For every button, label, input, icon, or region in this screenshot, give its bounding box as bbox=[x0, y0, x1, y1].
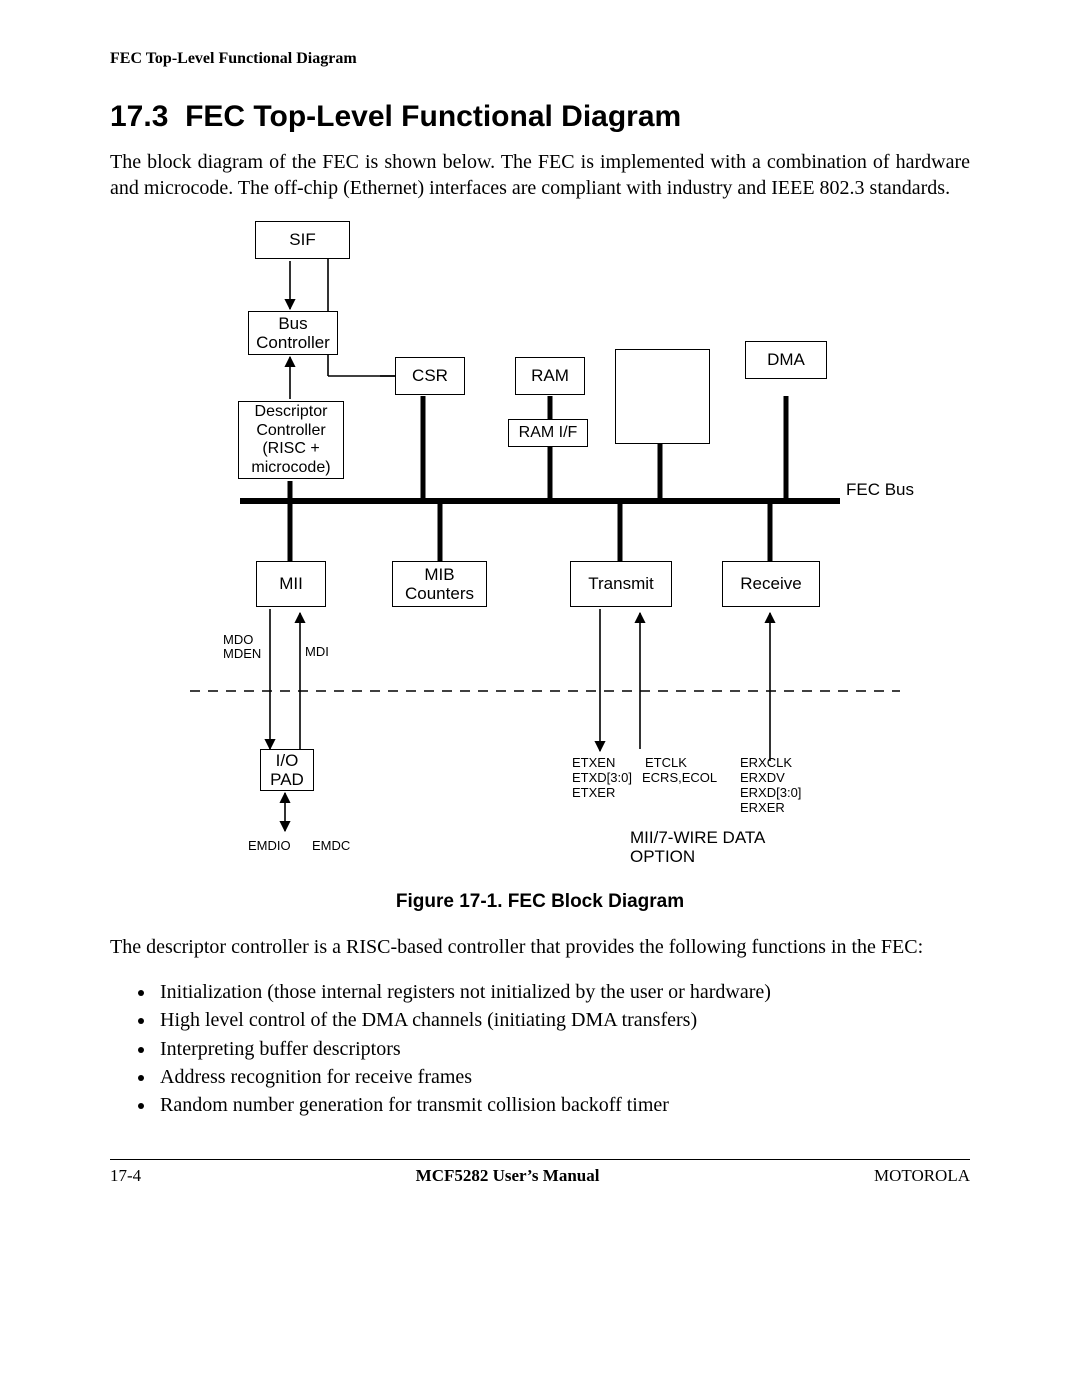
function-list: Initialization (those internal registers… bbox=[156, 979, 970, 1119]
mii-block: MII bbox=[256, 561, 326, 607]
page-footer: 17-4 MCF5282 User’s Manual MOTOROLA bbox=[110, 1159, 970, 1186]
desc-paragraph: The descriptor controller is a RISC-base… bbox=[110, 935, 970, 961]
list-item: Interpreting buffer descriptors bbox=[156, 1036, 970, 1062]
ecrs-ecol-label: ECRS,ECOL bbox=[642, 771, 717, 785]
emdc-label: EMDC bbox=[312, 839, 350, 853]
etxd-label: ETXD[3:0] bbox=[572, 771, 632, 785]
fifo-controller-outline bbox=[615, 349, 710, 444]
receive-block: Receive bbox=[722, 561, 820, 607]
sif-block: SIF bbox=[255, 221, 350, 259]
list-item: Address recognition for receive frames bbox=[156, 1064, 970, 1090]
emdio-label: EMDIO bbox=[248, 839, 291, 853]
dma-block: DMA bbox=[745, 341, 827, 379]
ram-block: RAM bbox=[515, 357, 585, 395]
footer-manual-title: MCF5282 User’s Manual bbox=[416, 1166, 600, 1186]
mdo-mden-label: MDO MDEN bbox=[223, 633, 261, 662]
erxer-label: ERXER bbox=[740, 801, 785, 815]
mdi-label: MDI bbox=[305, 645, 329, 659]
transmit-block: Transmit bbox=[570, 561, 672, 607]
section-title: FEC Top-Level Functional Diagram bbox=[185, 100, 681, 133]
fec-bus-label: FEC Bus bbox=[846, 481, 914, 500]
etclk-label: ETCLK bbox=[645, 756, 687, 770]
figure-caption: Figure 17-1. FEC Block Diagram bbox=[110, 891, 970, 913]
intro-paragraph: The block diagram of the FEC is shown be… bbox=[110, 150, 970, 201]
descriptor-controller-block: Descriptor Controller (RISC + microcode) bbox=[238, 401, 344, 479]
list-item: High level control of the DMA channels (… bbox=[156, 1007, 970, 1033]
etxen-label: ETXEN bbox=[572, 756, 615, 770]
erxd-label: ERXD[3:0] bbox=[740, 786, 801, 800]
footer-company: MOTOROLA bbox=[874, 1166, 970, 1186]
page: FEC Top-Level Functional Diagram 17.3 FE… bbox=[0, 0, 1080, 1216]
mib-counters-block: MIB Counters bbox=[392, 561, 487, 607]
erxclk-label: ERXCLK bbox=[740, 756, 792, 770]
running-header: FEC Top-Level Functional Diagram bbox=[110, 50, 970, 68]
erxdv-label: ERXDV bbox=[740, 771, 785, 785]
section-heading: 17.3 FEC Top-Level Functional Diagram bbox=[110, 100, 970, 134]
section-number: 17.3 bbox=[110, 100, 168, 133]
bus-controller-block: Bus Controller bbox=[248, 311, 338, 355]
list-item: Initialization (those internal registers… bbox=[156, 979, 970, 1005]
io-pad-block: I/O PAD bbox=[260, 749, 314, 791]
list-item: Random number generation for transmit co… bbox=[156, 1092, 970, 1118]
mii-7wire-option-label: MII/7-WIRE DATA OPTION bbox=[630, 829, 765, 866]
footer-page-number: 17-4 bbox=[110, 1166, 141, 1186]
fec-block-diagram: SIF Bus Controller Descriptor Controller… bbox=[160, 221, 920, 881]
etxer-label: ETXER bbox=[572, 786, 615, 800]
ram-if-block: RAM I/F bbox=[508, 419, 588, 447]
csr-block: CSR bbox=[395, 357, 465, 395]
